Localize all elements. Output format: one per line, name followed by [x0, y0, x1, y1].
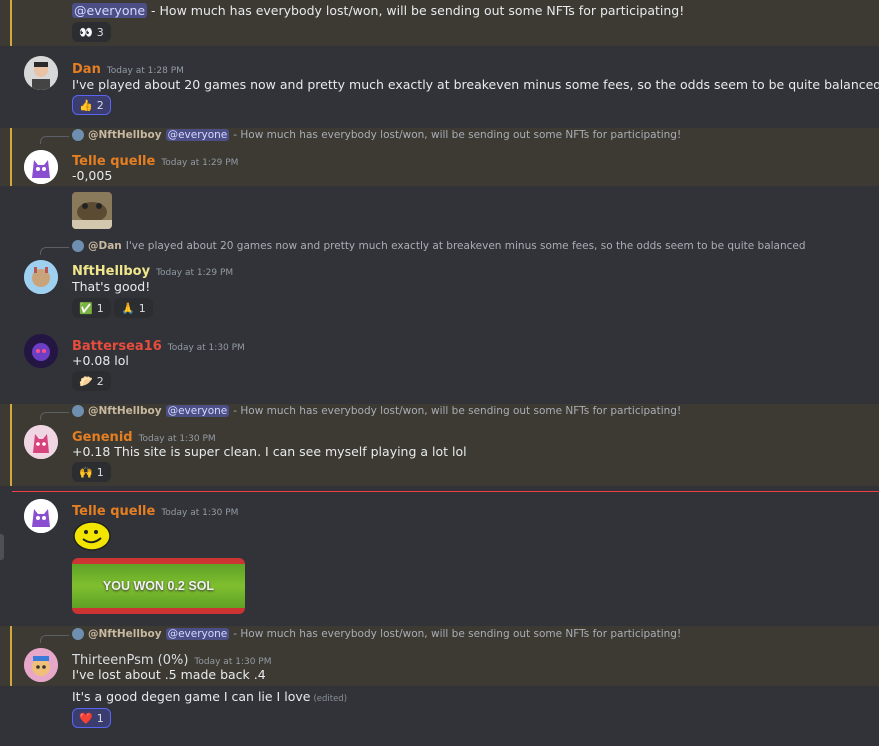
message-text: +0.08 lol: [72, 353, 129, 368]
reaction-dumpling[interactable]: 🥟 2: [72, 371, 111, 391]
avatar[interactable]: [24, 334, 58, 368]
avatar[interactable]: [24, 260, 58, 294]
avatar-dan-icon: [24, 56, 58, 90]
reaction-heart[interactable]: ❤️ 1: [72, 708, 111, 728]
reply-connector: [40, 247, 69, 255]
avatar[interactable]: [24, 150, 58, 184]
message-header: Telle quelle Today at 1:29 PM: [72, 150, 238, 169]
heart-icon: ❤️: [79, 711, 93, 725]
reply-avatar-icon: [72, 405, 84, 417]
reaction-eyes[interactable]: 👀 3: [72, 22, 111, 42]
reply-connector: [40, 412, 69, 420]
author-name[interactable]: Telle quelle: [72, 154, 155, 169]
reply-preview[interactable]: @Dan I've played about 20 games now and …: [72, 240, 806, 252]
smiley-emoji-image[interactable]: [72, 520, 112, 552]
message-header: Telle quelle Today at 1:30 PM: [72, 500, 238, 519]
frog-image-icon: [72, 192, 112, 229]
avatar-hellboy-icon: [24, 260, 58, 294]
timestamp: Today at 1:30 PM: [167, 343, 245, 353]
reply-preview[interactable]: @NftHellboy @everyone - How much has ever…: [72, 405, 681, 417]
reply-connector: [40, 635, 69, 643]
message-text: I've lost about .5 made back .4: [72, 667, 266, 682]
message-text: -0,005: [72, 168, 113, 183]
avatar-purple-cat-icon: [24, 499, 58, 533]
message-text: That's good!: [72, 279, 151, 294]
reply-avatar-icon: [72, 628, 84, 640]
message-text: +0.18 This site is super clean. I can se…: [72, 444, 467, 459]
message-header: NftHellboy Today at 1:29 PM: [72, 260, 233, 279]
smiley-icon: [73, 521, 111, 551]
reply-preview[interactable]: @NftHellboy @everyone - How much has ever…: [72, 628, 681, 640]
raised-hands-icon: 🙌: [79, 465, 93, 479]
message-text: @everyone - How much has everybody lost/…: [72, 3, 685, 18]
message-header: Dan Today at 1:28 PM: [72, 58, 184, 77]
reaction-thumbsup[interactable]: 👍 2: [72, 95, 111, 115]
timestamp: Today at 1:30 PM: [194, 657, 272, 667]
new-messages-divider: [12, 491, 879, 492]
edited-label: (edited): [313, 694, 348, 704]
pray-icon: 🙏: [121, 301, 135, 315]
reaction-raised-hands[interactable]: 🙌 1: [72, 462, 111, 482]
eyes-icon: 👀: [79, 25, 93, 39]
author-name[interactable]: NftHellboy: [72, 264, 150, 279]
avatar-thirteen-icon: [24, 648, 58, 682]
avatar[interactable]: [24, 56, 58, 90]
reaction-pray[interactable]: 🙏 1: [114, 298, 153, 318]
author-name[interactable]: Dan: [72, 62, 101, 77]
author-name[interactable]: Genenid: [72, 430, 133, 445]
reply-connector: [40, 136, 69, 144]
message-text-followup: It's a good degen game I can lie I love(…: [72, 689, 348, 704]
author-name[interactable]: ThirteenPsm (0%): [72, 653, 188, 668]
reply-avatar-icon: [72, 129, 84, 141]
attached-image[interactable]: [72, 192, 112, 229]
timestamp: Today at 1:30 PM: [161, 508, 239, 518]
timestamp: Today at 1:28 PM: [106, 66, 184, 76]
reaction-check[interactable]: ✅ 1: [72, 298, 111, 318]
win-text: YOU WON 0.2 SOL: [102, 579, 215, 593]
message-header: ThirteenPsm (0%) Today at 1:30 PM: [72, 649, 271, 668]
avatar-purple-cat-icon: [24, 150, 58, 184]
message-header: Battersea16 Today at 1:30 PM: [72, 335, 245, 354]
reply-avatar-icon: [72, 240, 84, 252]
timestamp: Today at 1:30 PM: [138, 434, 216, 444]
thumbsup-icon: 👍: [79, 98, 93, 112]
message-header: Genenid Today at 1:30 PM: [72, 426, 216, 445]
author-name[interactable]: Battersea16: [72, 339, 162, 354]
avatar-battersea-icon: [24, 334, 58, 368]
check-icon: ✅: [79, 301, 93, 315]
timestamp: Today at 1:29 PM: [161, 158, 239, 168]
dumpling-icon: 🥟: [79, 374, 93, 388]
timestamp: Today at 1:29 PM: [156, 268, 234, 278]
win-image[interactable]: YOU WON 0.2 SOL: [72, 558, 245, 614]
avatar[interactable]: [24, 425, 58, 459]
avatar[interactable]: [24, 648, 58, 682]
reply-preview[interactable]: @NftHellboy @everyone - How much has ever…: [72, 129, 681, 141]
avatar-genenid-icon: [24, 425, 58, 459]
avatar[interactable]: [24, 499, 58, 533]
author-name[interactable]: Telle quelle: [72, 504, 155, 519]
message-text: I've played about 20 games now and prett…: [72, 77, 879, 92]
scroll-indicator[interactable]: [0, 534, 4, 560]
everyone-mention[interactable]: @everyone: [72, 3, 148, 18]
